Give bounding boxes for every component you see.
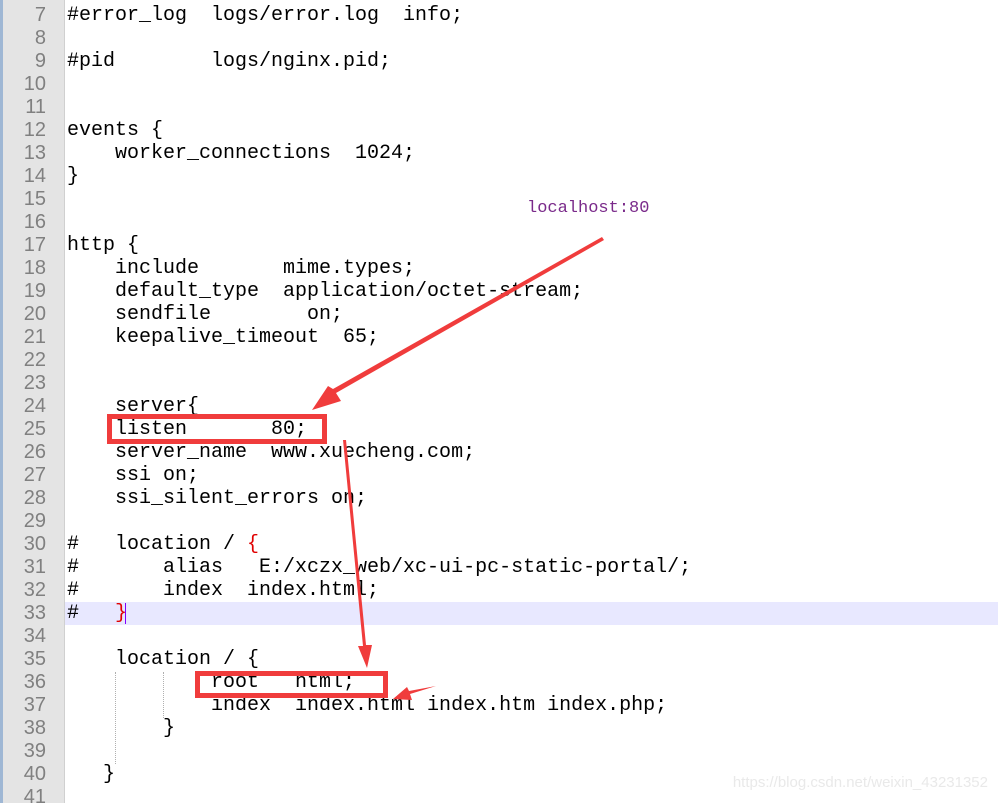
watermark: https://blog.csdn.net/weixin_43231352 xyxy=(732,774,988,791)
arrow-localhost-to-listen xyxy=(312,237,604,410)
annotation-arrows xyxy=(312,237,604,700)
arrow-to-root-box xyxy=(393,686,436,700)
arrow-listen-to-root xyxy=(343,440,372,668)
